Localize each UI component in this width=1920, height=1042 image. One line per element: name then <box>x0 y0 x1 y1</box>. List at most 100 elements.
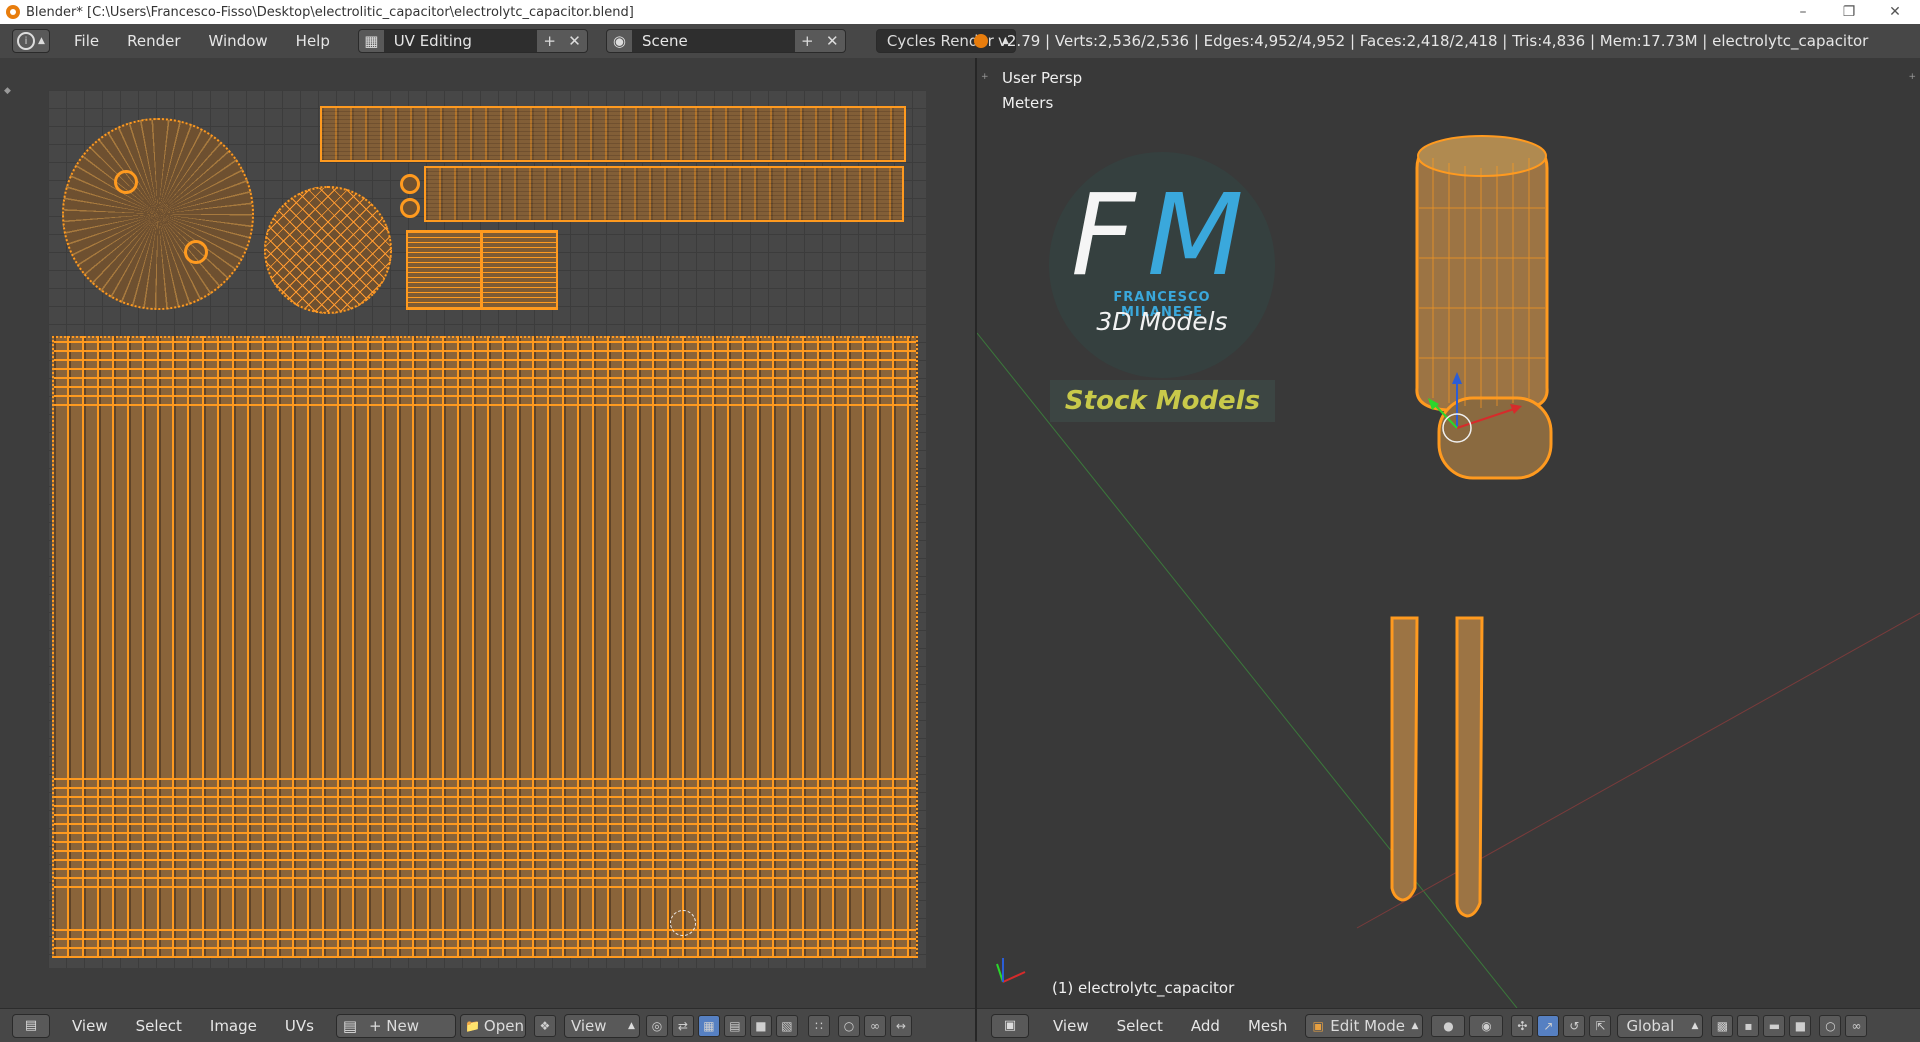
info-header: i ▲ File Render Window Help ▦ UV Editing… <box>0 24 1920 59</box>
new-label: New <box>386 1016 420 1035</box>
menu-add[interactable]: Add <box>1177 1017 1234 1035</box>
view-mode-selector[interactable]: View ▲ <box>563 1013 640 1038</box>
screen-layout-selector[interactable]: ▦ UV Editing + ✕ <box>357 29 588 53</box>
vertex-select-icon[interactable]: ▪ <box>1737 1014 1760 1037</box>
uv-island-strip-1[interactable] <box>320 106 906 162</box>
uv-grid[interactable] <box>48 90 926 968</box>
scale-manipulator-icon[interactable]: ⇱ <box>1589 1014 1612 1037</box>
snap-icon[interactable]: ∞ <box>863 1014 886 1037</box>
uv-island-cap-top[interactable] <box>62 118 254 310</box>
remove-scene-icon[interactable]: ✕ <box>820 29 845 53</box>
image-browse-icon[interactable]: ▤ <box>337 1014 363 1038</box>
interaction-mode-selector[interactable]: ▣ Edit Mode ▲ <box>1305 1013 1424 1038</box>
plus-icon: + <box>368 1016 382 1035</box>
uv-island-dot-2[interactable] <box>400 198 420 218</box>
uv-island-hole-left[interactable] <box>114 170 138 194</box>
uv-island-dot-1[interactable] <box>400 174 420 194</box>
3d-viewport[interactable]: User Persp Meters + + F M FRANCESCO MILA… <box>977 58 1920 1008</box>
edge-select-icon[interactable]: ▤ <box>723 1014 746 1037</box>
add-scene-icon[interactable]: + <box>795 29 820 53</box>
capacitor-mesh[interactable] <box>1390 135 1553 918</box>
edge-select-icon[interactable]: ▬ <box>1763 1014 1786 1037</box>
region-toggle-icon[interactable]: ◆ <box>4 86 11 96</box>
menu-select[interactable]: Select <box>122 1017 196 1035</box>
grid-axis-x-line <box>1356 612 1920 929</box>
chevron-updown-icon: ▲ <box>38 36 45 46</box>
pivot-icon[interactable]: ◎ <box>645 1014 668 1037</box>
2d-cursor-icon[interactable] <box>670 910 696 936</box>
proportional-edit-icon[interactable]: ○ <box>1819 1014 1842 1037</box>
menu-mesh[interactable]: Mesh <box>1234 1017 1302 1035</box>
menu-window[interactable]: Window <box>195 32 282 50</box>
restore-button[interactable]: ❐ <box>1826 0 1872 24</box>
layout-icon: ▦ <box>364 32 379 50</box>
logo-letter-m: M <box>1147 171 1244 301</box>
pin-icon[interactable]: ❖ <box>533 1014 556 1037</box>
screen-layout-name[interactable]: UV Editing <box>383 30 538 52</box>
menu-view[interactable]: View <box>1039 1017 1103 1035</box>
3d-view-icon: ▣ <box>1003 1018 1017 1033</box>
mode-label: Edit Mode <box>1330 1016 1405 1035</box>
editor-type-selector[interactable]: i ▲ <box>12 29 50 53</box>
editor-type-selector[interactable]: ▤ <box>12 1013 50 1038</box>
island-select-icon[interactable]: ▧ <box>775 1014 798 1037</box>
menu-view[interactable]: View <box>58 1017 122 1035</box>
image-datablock[interactable]: ▤ + New <box>335 1013 456 1038</box>
transform-orientation-selector[interactable]: Global ▲ <box>1617 1013 1704 1038</box>
image-editor-icon: ▤ <box>24 1018 38 1033</box>
grid-axis-y-line <box>977 332 1518 1008</box>
add-layout-icon[interactable]: + <box>537 29 562 53</box>
snap-icon[interactable]: ∞ <box>1845 1014 1868 1037</box>
uv-island-hole-right[interactable] <box>184 240 208 264</box>
face-select-icon[interactable]: ■ <box>749 1014 772 1037</box>
new-image-button[interactable]: + New <box>363 1017 425 1035</box>
menu-help[interactable]: Help <box>282 32 344 50</box>
window-title-bar: Blender* [C:\Users\Francesco-Fisso\Deskt… <box>0 0 1920 24</box>
edit-mode-icon: ▣ <box>1312 1018 1324 1033</box>
uv-island-body[interactable] <box>52 336 918 958</box>
scene-stats: v2.79 | Verts:2,536/2,536 | Edges:4,952/… <box>974 24 1868 58</box>
open-image-button[interactable]: 📁 Open <box>459 1013 526 1038</box>
layers-icon[interactable]: ▩ <box>1711 1014 1734 1037</box>
view-axes-widget <box>996 958 1026 983</box>
minimize-button[interactable]: – <box>1780 0 1826 24</box>
manipulator-toggle-icon[interactable]: ✣ <box>1511 1014 1534 1037</box>
editor-type-selector[interactable]: ▣ <box>991 1013 1029 1038</box>
sync-selection-icon[interactable]: ⇄ <box>671 1014 694 1037</box>
proportional-edit-icon[interactable]: ○ <box>837 1014 860 1037</box>
face-select-icon[interactable]: ■ <box>1789 1014 1812 1037</box>
snap-element-icon[interactable]: ↔ <box>889 1014 912 1037</box>
render-engine-selector[interactable]: Cycles Render ▲ <box>875 29 1016 53</box>
scene-icon: ◉ <box>612 32 626 50</box>
sphere-shading-icon[interactable]: ● <box>1431 1014 1466 1037</box>
uv-image-editor[interactable]: ◆ <box>0 58 976 1008</box>
rotate-manipulator-icon[interactable]: ↺ <box>1563 1014 1586 1037</box>
fm-logo: F M FRANCESCO MILANESE 3D Models <box>1049 152 1275 378</box>
remove-layout-icon[interactable]: ✕ <box>562 29 587 53</box>
blender-icon <box>6 5 20 19</box>
logo-subtitle: 3D Models <box>1096 307 1228 336</box>
menu-image[interactable]: Image <box>196 1017 271 1035</box>
logo-letter-f: F <box>1071 171 1135 301</box>
active-object-label: (1) electrolytc_capacitor <box>1052 979 1235 997</box>
uv-island-lead-block[interactable] <box>406 230 558 310</box>
uv-island-cap-bottom[interactable] <box>264 186 392 314</box>
menu-file[interactable]: File <box>60 32 113 50</box>
scene-selector[interactable]: ◉ Scene + ✕ <box>605 29 846 53</box>
vertex-select-icon[interactable]: ▦ <box>697 1014 720 1037</box>
translate-manipulator-icon[interactable]: ↗ <box>1537 1014 1560 1037</box>
close-window-button[interactable]: ✕ <box>1872 0 1918 24</box>
menu-render[interactable]: Render <box>113 32 194 50</box>
info-icon: i <box>17 32 36 50</box>
menu-uvs[interactable]: UVs <box>271 1017 328 1035</box>
stock-models-banner: Stock Models <box>1050 380 1275 422</box>
pivot-icon[interactable]: ◉ <box>1469 1014 1504 1037</box>
view-mode-label: View <box>570 1016 607 1035</box>
uv-island-strip-2[interactable] <box>424 166 904 222</box>
menu-select[interactable]: Select <box>1103 1017 1177 1035</box>
sticky-mode-icon[interactable]: ∷ <box>807 1014 830 1037</box>
stats-text: v2.79 | Verts:2,536/2,536 | Edges:4,952/… <box>998 32 1869 50</box>
uv-editor-header: ▤ View Select Image UVs ▤ + New 📁 Open ❖… <box>0 1008 975 1042</box>
scene-name[interactable]: Scene <box>631 30 795 52</box>
open-label: Open <box>483 1016 524 1035</box>
